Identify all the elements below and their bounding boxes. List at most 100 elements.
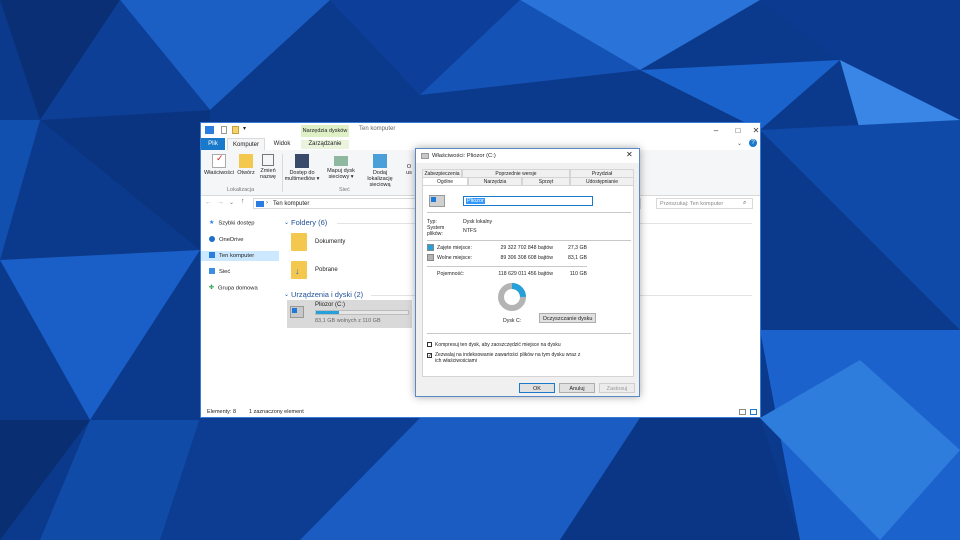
free-space-label: Wolne miejsce: [437,255,473,261]
properties-button[interactable]: ✓ Właściwości [203,154,235,177]
folder-item[interactable]: Dokumenty [289,231,369,255]
nav-this-pc[interactable]: Ten komputer [201,251,279,261]
close-button[interactable]: ✕ [741,123,760,138]
group-network-label: Sieć [339,187,350,193]
nav-onedrive-label: OneDrive [219,237,244,243]
drive-name: Pliozor (C:) [315,302,346,308]
cloud-icon [209,236,215,243]
hard-drive-icon [429,195,445,207]
drive-item[interactable]: Pliozor (C:) 83,1 GB wolnych z 110 GB [287,300,412,328]
nav-quick-access[interactable]: ★ Szybki dostęp [209,218,277,228]
tab-view[interactable]: Widok [269,140,295,149]
explorer-titlebar: ▾ Narzędzia dysków Ten komputer – □ ✕ [201,123,760,138]
tab-quota[interactable]: Przydział [570,169,634,177]
group-location-label: Lokalizacja [227,187,255,193]
section-folders[interactable]: Foldery (6) [291,218,327,227]
search-box[interactable]: Przeszukaj: Ten komputer ⌕ [656,198,753,209]
media-access-button[interactable]: Dostęp do multimediów ▾ [283,154,321,182]
properties-quick-icon[interactable] [221,126,227,134]
drive-letter-label: Dysk C: [503,318,522,324]
used-space-swatch [427,244,434,251]
system-button[interactable]: O us [404,164,414,176]
dialog-close-button[interactable]: ✕ [626,150,633,159]
tab-tools[interactable]: Narzędzia [468,177,522,185]
tab-sharing[interactable]: Udostępnianie [570,177,634,185]
large-icons-view-icon[interactable] [750,409,757,415]
media-server-icon [295,154,309,168]
drive-usage-bar [315,310,409,315]
tab-manage[interactable]: Zarządzanie [301,140,349,149]
drive-name-value: Pliozor [466,198,485,204]
collapse-folders-icon[interactable]: ⌄ [284,219,289,226]
free-space-bytes: 89 306 308 608 bajtów [500,255,554,261]
back-icon[interactable]: ← [205,199,212,206]
computer-icon [209,252,215,259]
nav-this-pc-label: Ten komputer [219,253,255,259]
navigation-pane: ★ Szybki dostęp OneDrive Ten komputer Sie… [201,215,279,405]
up-icon[interactable]: ↑ [241,198,245,205]
folder-name: Dokumenty [315,239,346,245]
type-value: Dysk lokalny [463,219,493,225]
capacity-label: Pojemność: [437,271,465,277]
drive-small-icon [421,153,429,159]
used-space-label: Zajęte miejsce: [437,245,472,251]
item-count: Elementy: 8 [207,409,237,415]
map-drive-button[interactable]: Mapuj dysk sieciowy ▾ [323,154,359,180]
rename-button[interactable]: Zmień nazwę [257,154,279,180]
ribbon-expand-icon[interactable]: ⌄ [737,140,742,147]
cancel-button[interactable]: Anuluj [559,383,595,393]
tab-hardware[interactable]: Sprzęt [522,177,570,185]
drive-properties-dialog: Właściwości: Pliozor (C:) ✕ Zabezpieczen… [415,148,640,397]
capacity-bytes: 118 629 011 456 bajtów [498,271,553,277]
nav-network-label: Sieć [219,269,231,275]
nav-homegroup-label: Grupa domowa [218,285,258,292]
details-view-icon[interactable] [739,409,746,415]
ok-button[interactable]: OK [519,383,555,393]
index-checkbox[interactable]: ✓ [427,353,432,359]
section-devices[interactable]: Urządzenia i dyski (2) [291,290,363,299]
tab-file[interactable]: Plik [201,138,225,150]
capacity-gb: 110 GB [569,271,587,277]
tab-security[interactable]: Zabezpieczenia [422,169,462,177]
collapse-devices-icon[interactable]: ⌄ [284,291,289,298]
apply-button[interactable]: Zastosuj [599,383,635,393]
computer-small-icon [256,201,264,207]
breadcrumb-separator-icon: › [266,200,268,206]
free-space-gb: 83,1 GB [567,255,587,261]
status-bar: Elementy: 8 1 zaznaczony element [201,407,760,417]
tab-computer[interactable]: Komputer [227,138,265,150]
properties-label: Właściwości [204,170,234,176]
drive-free-text: 83,1 GB wolnych z 110 GB [315,318,381,324]
folder-item[interactable]: ↓ Pobrane [289,259,369,283]
rename-label: Zmień nazwę [260,168,276,180]
add-network-location-button[interactable]: Dodaj lokalizację sieciową [361,154,399,188]
new-folder-quick-icon[interactable] [232,126,239,134]
selection-count: 1 zaznaczony element [249,409,304,415]
help-icon[interactable]: ? [749,139,757,147]
recent-dropdown-icon[interactable]: ⌄ [229,199,234,206]
nav-homegroup[interactable]: ✤ Grupa domowa [209,283,277,293]
divider [427,212,631,213]
divider [427,333,631,334]
quick-access-dropdown-icon[interactable]: ▾ [243,125,246,132]
nav-onedrive[interactable]: OneDrive [209,235,277,245]
tab-previous-versions[interactable]: Poprzednie wersje [462,169,570,177]
network-location-icon [373,154,387,168]
folder-open-icon [239,154,253,168]
open-button[interactable]: Otwórz [235,154,257,176]
computer-icon [205,126,214,134]
drive-name-input[interactable]: Pliozor [463,196,593,206]
drive-usage-fill [316,311,339,314]
compress-checkbox[interactable] [427,342,432,347]
disk-usage-donut [498,283,526,311]
hard-drive-icon [290,306,304,318]
search-icon[interactable]: ⌕ [743,200,746,207]
homegroup-icon: ✤ [209,285,215,291]
nav-network[interactable]: Sieć [209,267,277,277]
disk-cleanup-button[interactable]: Oczyszczanie dysku [539,313,596,323]
map-drive-label: Mapuj dysk sieciowy ▾ [327,168,355,180]
breadcrumb-current[interactable]: Ten komputer [273,201,309,207]
folder-name: Pobrane [315,267,338,273]
forward-icon[interactable]: → [217,199,224,206]
add-network-location-label: Dodaj lokalizację sieciową [367,170,393,188]
